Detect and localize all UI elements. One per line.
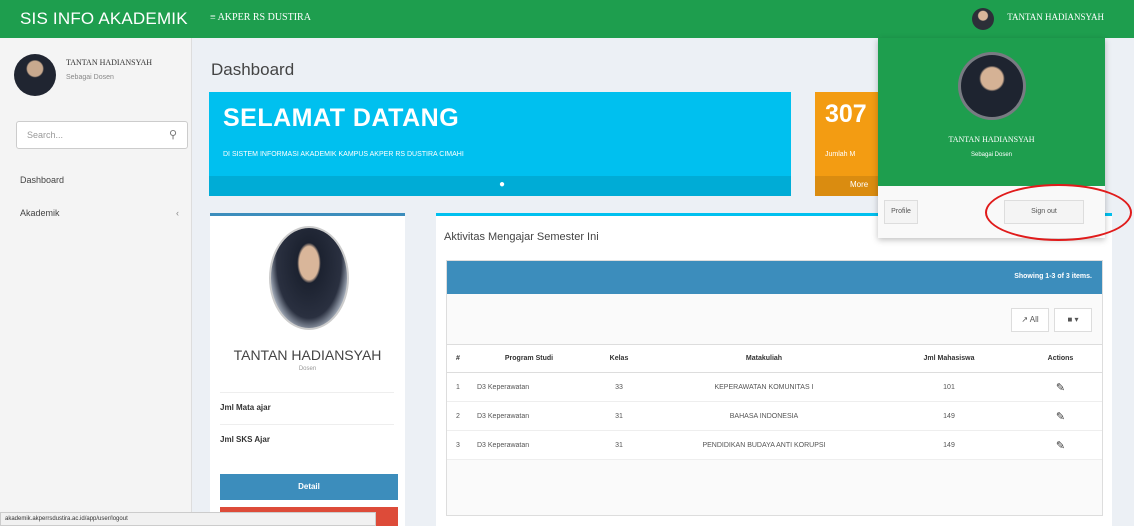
show-all-label: All: [1029, 315, 1039, 324]
cell-jml: 101: [879, 372, 1019, 402]
user-icon: ■: [1067, 315, 1073, 324]
cell-matakuliah: KEPERAWATAN KOMUNITAS I: [649, 372, 879, 402]
cell-kelas: 31: [589, 401, 649, 431]
welcome-heading: SELAMAT DATANG: [223, 104, 460, 132]
sidebar-user-name: TANTAN HADIANSYAH: [66, 58, 153, 67]
grid-header-bar: Showing 1-3 of 3 items.: [447, 261, 1102, 294]
column-header[interactable]: Jml Mahasiswa: [879, 344, 1019, 373]
cell-actions: ✎: [1019, 430, 1102, 460]
cell-no: 3: [447, 430, 469, 460]
export-dropdown-button[interactable]: ■ ▾: [1054, 308, 1092, 332]
cell-actions: ✎: [1019, 372, 1102, 402]
cell-kelas: 31: [589, 430, 649, 460]
sidebar-avatar: [14, 54, 56, 96]
column-header[interactable]: #: [447, 344, 469, 373]
activity-panel: Aktivitas Mengajar Semester Ini Showing …: [436, 213, 1112, 526]
search-placeholder: Search...: [27, 130, 64, 140]
pencil-icon[interactable]: ✎: [1056, 440, 1065, 452]
profile-row-mata-ajar: Jml Mata ajar: [220, 392, 394, 412]
sidebar-item-dashboard[interactable]: Dashboard: [20, 175, 64, 185]
info-icon: ●: [499, 179, 506, 190]
cell-no: 1: [447, 372, 469, 402]
column-header[interactable]: Matakuliah: [649, 344, 879, 373]
profile-card: TANTAN HADIANSYAH Dosen Jml Mata ajar Jm…: [210, 213, 405, 526]
caret-down-icon: ▾: [1074, 315, 1079, 324]
cell-prodi: D3 Keperawatan: [469, 372, 589, 402]
table-row: 1 D3 Keperawatan 33 KEPERAWATAN KOMUNITA…: [447, 372, 1102, 402]
cell-prodi: D3 Keperawatan: [469, 401, 589, 431]
profile-row-sks-ajar: Jml SKS Ajar: [220, 424, 394, 444]
cell-matakuliah: BAHASA INDONESIA: [649, 401, 879, 431]
status-bar-url: akademik.akperrsdustira.ac.id/app/user/l…: [0, 512, 376, 526]
activity-table: # Program Studi Kelas Matakuliah Jml Mah…: [447, 344, 1102, 460]
chevron-left-icon: ‹: [176, 208, 179, 218]
app-brand[interactable]: SIS INFO AKADEMIK: [20, 9, 188, 29]
page-title: Dashboard: [211, 60, 295, 79]
user-dropdown-name: TANTAN HADIANSYAH: [948, 135, 1035, 144]
column-header[interactable]: Kelas: [589, 344, 649, 373]
table-row: 2 D3 Keperawatan 31 BAHASA INDONESIA 149…: [447, 401, 1102, 431]
pencil-icon[interactable]: ✎: [1056, 411, 1065, 423]
sidebar-item-label: Akademik: [20, 208, 60, 218]
pencil-icon[interactable]: ✎: [1056, 382, 1065, 394]
table-header-row: # Program Studi Kelas Matakuliah Jml Mah…: [447, 344, 1102, 373]
welcome-box: SELAMAT DATANG DI SISTEM INFORMASI AKADE…: [209, 92, 791, 196]
welcome-subtitle: DI SISTEM INFORMASI AKADEMIK KAMPUS AKPE…: [223, 151, 464, 158]
cell-prodi: D3 Keperawatan: [469, 430, 589, 460]
user-menu-name[interactable]: TANTAN HADIANSYAH: [1007, 12, 1104, 22]
sidebar-item-akademik[interactable]: Akademik ‹: [20, 208, 179, 218]
sidebar-toggle-menu[interactable]: ≡ AKPER RS DUSTIRA: [210, 12, 311, 23]
search-icon[interactable]: ⚲: [169, 128, 177, 141]
column-header[interactable]: Program Studi: [469, 344, 589, 373]
profile-picture: [269, 226, 349, 330]
cell-kelas: 33: [589, 372, 649, 402]
user-avatar-small[interactable]: [972, 8, 994, 30]
user-dropdown-role: Sebagai Dosen: [970, 152, 1013, 158]
stat-more-label: More: [850, 180, 869, 189]
activity-grid: Showing 1-3 of 3 items. ↗ All ■ ▾ # Prog…: [446, 260, 1103, 516]
profile-name: TANTAN HADIANSYAH: [233, 347, 382, 363]
sidebar: TANTAN HADIANSYAH Sebagai Dosen Search..…: [0, 38, 192, 526]
cell-actions: ✎: [1019, 401, 1102, 431]
sidebar-user-role: Sebagai Dosen: [66, 74, 114, 81]
cell-jml: 149: [879, 401, 1019, 431]
welcome-footer[interactable]: ●: [209, 176, 791, 196]
column-header: Actions: [1019, 344, 1102, 373]
expand-icon: ↗: [1021, 315, 1029, 324]
user-dropdown-header: TANTAN HADIANSYAH Sebagai Dosen: [878, 38, 1105, 186]
detail-button[interactable]: Detail: [220, 474, 398, 500]
cell-matakuliah: PENDIDIKAN BUDAYA ANTI KORUPSI: [649, 430, 879, 460]
stat-label: Jumlah M: [825, 151, 856, 158]
user-dropdown-avatar: [958, 52, 1026, 120]
highlight-circle: [985, 184, 1132, 241]
sidebar-search-input[interactable]: Search... ⚲: [16, 121, 188, 149]
stat-value: 307: [825, 100, 867, 128]
grid-toolbar: ↗ All ■ ▾: [1006, 308, 1092, 332]
activity-heading: Aktivitas Mengajar Semester Ini: [444, 231, 599, 243]
grid-summary: Showing 1-3 of 3 items.: [1014, 273, 1092, 280]
stat-more-link[interactable]: More: [815, 176, 885, 196]
top-navbar: SIS INFO AKADEMIK ≡ AKPER RS DUSTIRA TAN…: [0, 0, 1134, 38]
cell-no: 2: [447, 401, 469, 431]
table-row: 3 D3 Keperawatan 31 PENDIDIKAN BUDAYA AN…: [447, 430, 1102, 460]
cell-jml: 149: [879, 430, 1019, 460]
profile-role: Dosen: [298, 366, 317, 372]
stat-box: 307 Jumlah M More: [815, 92, 885, 196]
show-all-button[interactable]: ↗ All: [1011, 308, 1049, 332]
profile-button[interactable]: Profile: [884, 200, 918, 224]
